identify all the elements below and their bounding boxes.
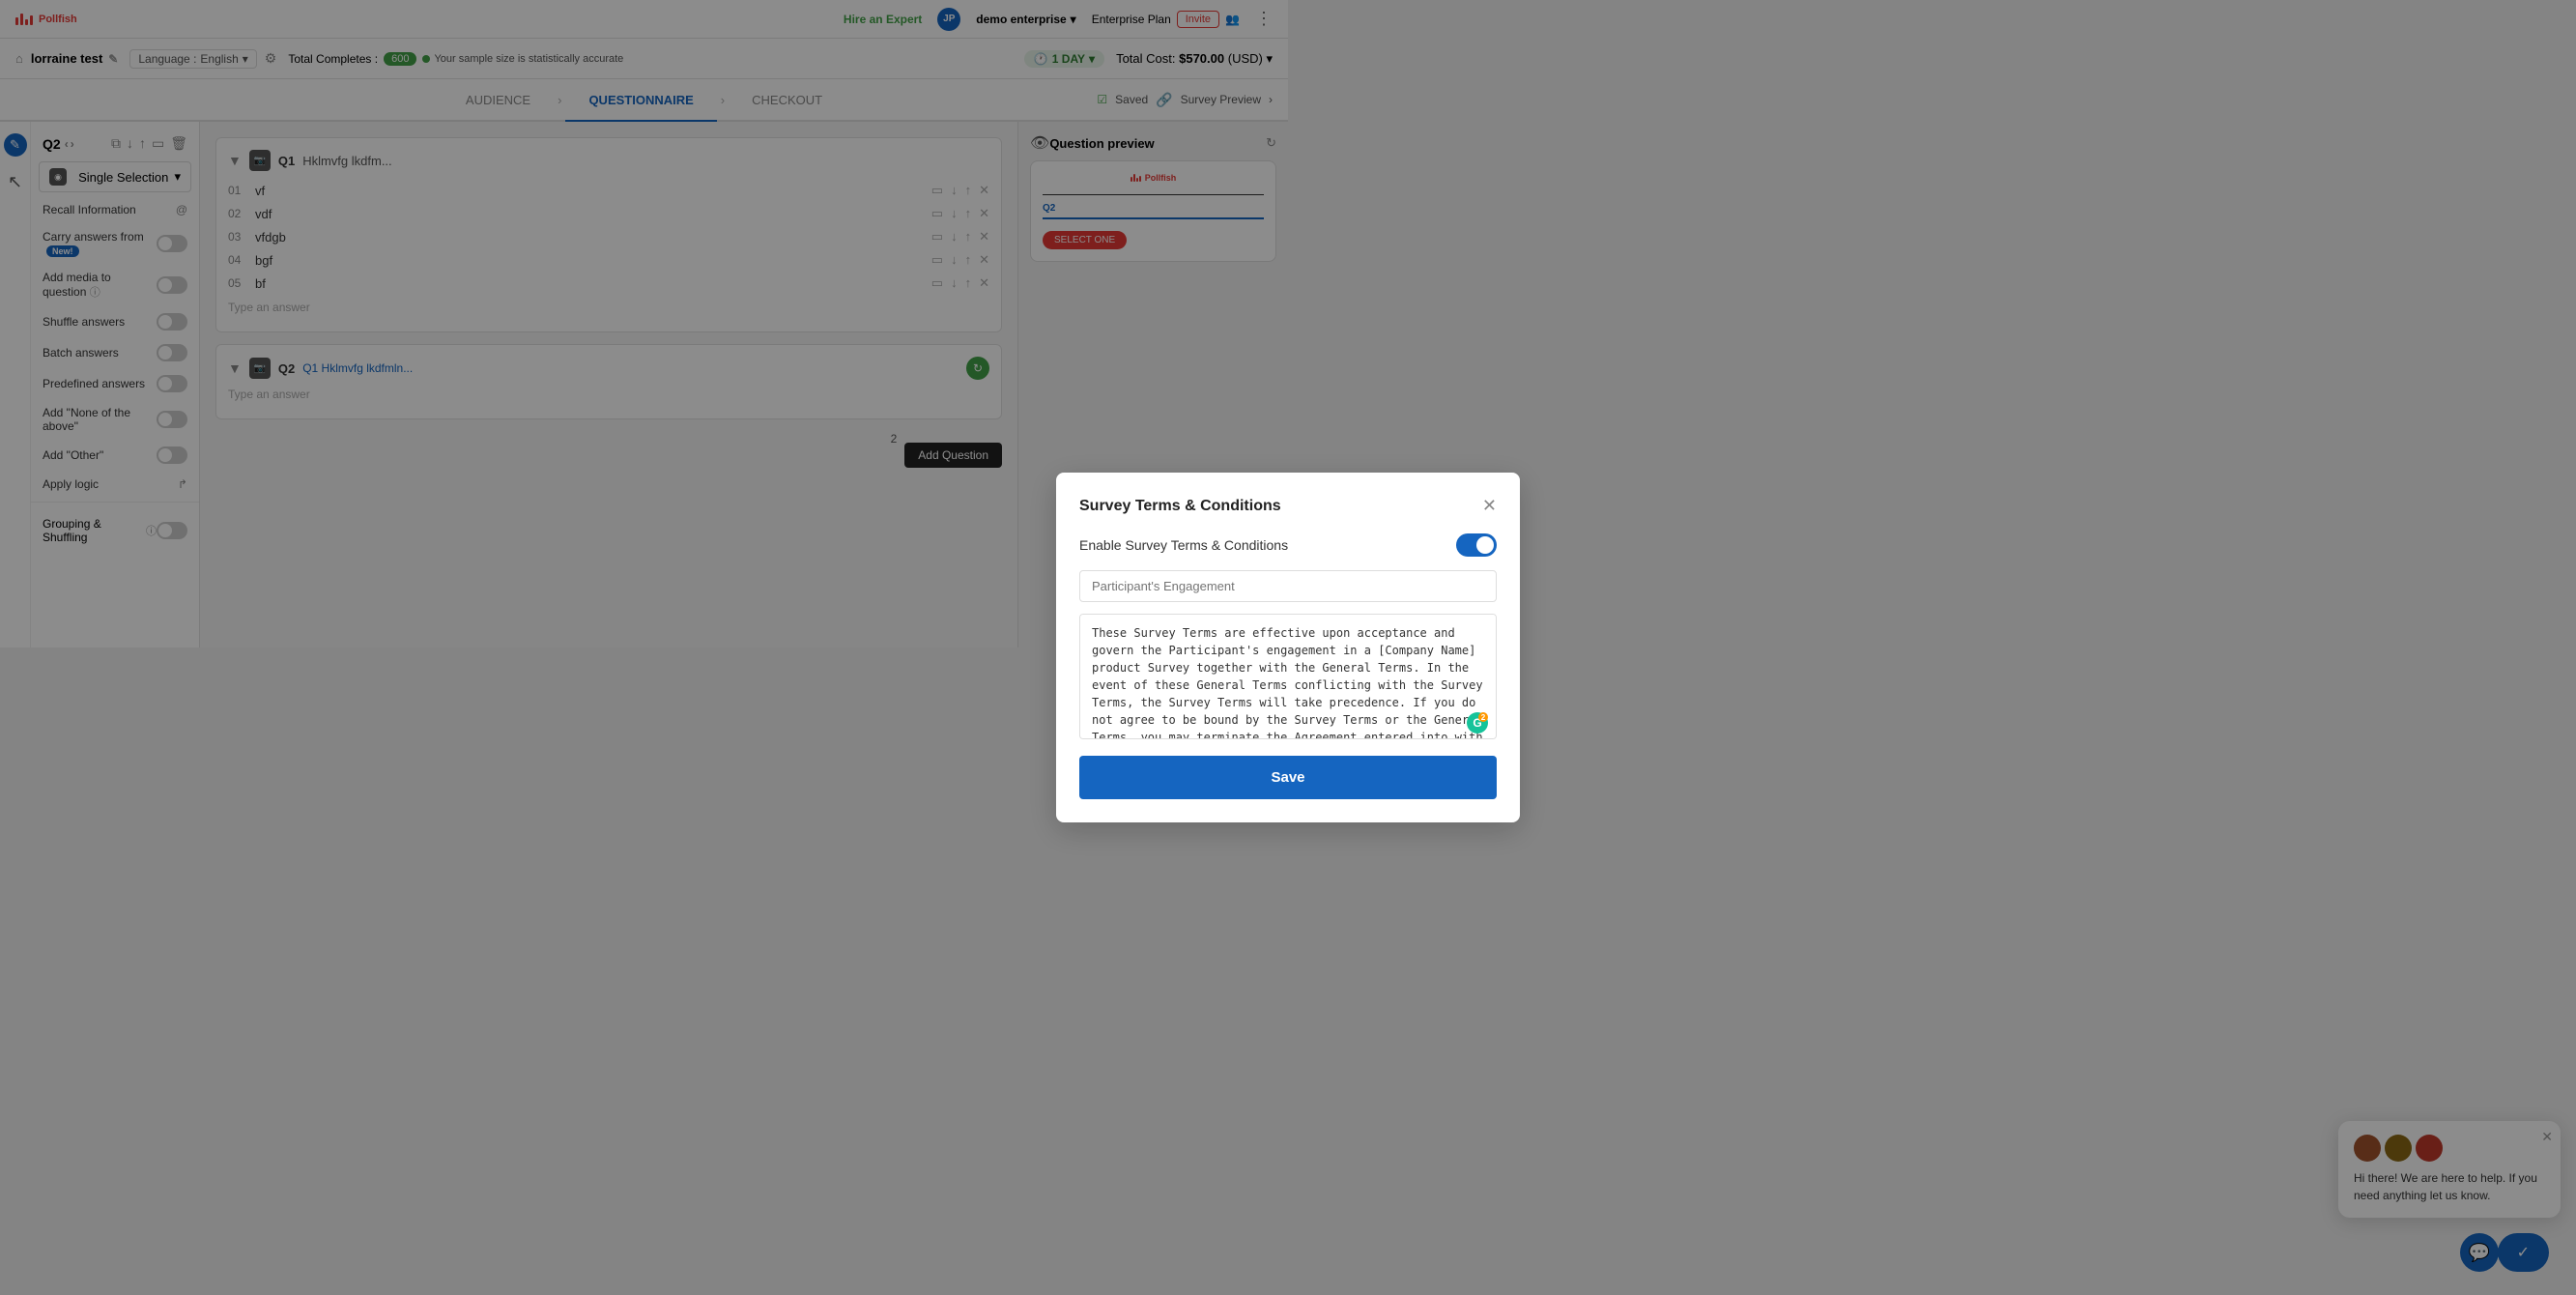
modal-header: Survey Terms & Conditions ✕ [1079, 496, 1497, 516]
terms-title-input[interactable] [1079, 570, 1497, 602]
save-button[interactable]: Save [1079, 756, 1497, 799]
modal-overlay[interactable]: Survey Terms & Conditions ✕ Enable Surve… [0, 0, 2576, 1295]
grammarly-icon: G 2 [1466, 711, 1489, 734]
textarea-wrapper: G 2 [1079, 614, 1497, 742]
terms-enable-toggle[interactable] [1456, 533, 1497, 557]
terms-modal: Survey Terms & Conditions ✕ Enable Surve… [1056, 473, 1520, 822]
terms-content-textarea[interactable] [1079, 614, 1497, 739]
svg-text:2: 2 [1481, 713, 1486, 722]
modal-toggle-row: Enable Survey Terms & Conditions [1079, 533, 1497, 557]
modal-close-button[interactable]: ✕ [1482, 496, 1497, 516]
modal-title: Survey Terms & Conditions [1079, 498, 1281, 515]
modal-toggle-label: Enable Survey Terms & Conditions [1079, 537, 1288, 553]
